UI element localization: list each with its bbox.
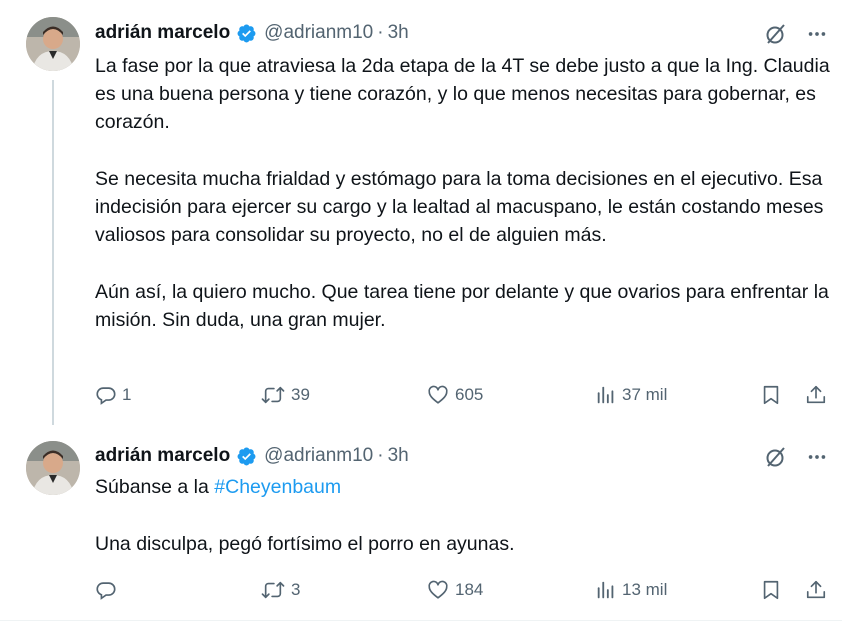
avatar[interactable]	[26, 441, 80, 495]
views-button[interactable]: 37 mil	[595, 380, 667, 410]
more-icon[interactable]	[806, 446, 828, 468]
repost-button[interactable]: 39	[260, 380, 310, 410]
views-count: 13 mil	[622, 580, 668, 599]
share-icon	[805, 384, 827, 406]
tweet-top-actions	[764, 445, 828, 469]
reply-icon	[95, 384, 117, 406]
views-button[interactable]: 13 mil	[595, 575, 667, 605]
tweet-intro-text: Súbanse a la	[95, 476, 215, 498]
timestamp[interactable]: 3h	[388, 445, 409, 467]
avatar[interactable]	[26, 17, 80, 71]
hashtag-link[interactable]: #Cheyenbaum	[214, 476, 341, 498]
separator-dot: ·	[377, 22, 384, 43]
grok-icon[interactable]	[764, 22, 788, 46]
share-button[interactable]	[805, 575, 827, 605]
repost-icon	[260, 579, 286, 601]
verified-badge-icon	[236, 23, 257, 44]
views-count: 37 mil	[622, 385, 668, 404]
reply-button[interactable]	[95, 575, 122, 605]
share-icon	[805, 579, 827, 601]
views-icon	[595, 579, 617, 601]
repost-count: 39	[291, 385, 310, 404]
reply-button[interactable]: 1	[95, 380, 131, 410]
author-name[interactable]: adrián marcelo	[95, 22, 230, 44]
tweet-actions: 1 39 605 37 mil	[95, 380, 835, 410]
tweet-paragraph: Súbanse a la #Cheyenbaum	[95, 473, 830, 501]
tweet-header: adrián marcelo @adrianm10 · 3h	[95, 20, 409, 46]
repost-icon	[260, 384, 286, 406]
tweet-actions: 3 184 13 mil	[95, 575, 835, 605]
tweet-text: La fase por la que atraviesa la 2da etap…	[95, 52, 830, 334]
verified-badge-icon	[236, 446, 257, 467]
reply-icon	[95, 579, 117, 601]
more-icon[interactable]	[806, 23, 828, 45]
like-icon	[426, 384, 450, 406]
tweet-1[interactable]: adrián marcelo @adrianm10 · 3h La fase p…	[0, 0, 842, 425]
author-name[interactable]: adrián marcelo	[95, 445, 230, 467]
author-handle[interactable]: @adrianm10	[264, 445, 373, 467]
separator-dot: ·	[377, 445, 384, 466]
like-count: 605	[455, 385, 484, 404]
like-icon	[426, 579, 450, 601]
tweet-paragraph: Se necesita mucha frialdad y estómago pa…	[95, 168, 824, 246]
bookmark-button[interactable]	[760, 380, 782, 410]
bookmark-icon	[760, 579, 782, 601]
timestamp[interactable]: 3h	[388, 22, 409, 44]
like-button[interactable]: 184	[426, 575, 483, 605]
tweet-text: Súbanse a la #Cheyenbaum Una disculpa, p…	[95, 473, 830, 558]
tweet-2[interactable]: adrián marcelo @adrianm10 · 3h Súbanse a…	[0, 425, 842, 621]
tweet-paragraph: Una disculpa, pegó fortísimo el porro en…	[95, 533, 515, 555]
like-button[interactable]: 605	[426, 380, 483, 410]
tweet-top-actions	[764, 22, 828, 46]
reply-count: 1	[122, 385, 132, 404]
bookmark-icon	[760, 384, 782, 406]
tweet-paragraph: Aún así, la quiero mucho. Que tarea tien…	[95, 281, 829, 331]
share-button[interactable]	[805, 380, 827, 410]
bookmark-button[interactable]	[760, 575, 782, 605]
repost-count: 3	[291, 580, 301, 599]
author-handle[interactable]: @adrianm10	[264, 22, 373, 44]
thread-line	[52, 80, 54, 425]
tweet-header: adrián marcelo @adrianm10 · 3h	[95, 443, 409, 469]
like-count: 184	[455, 580, 484, 599]
views-icon	[595, 384, 617, 406]
repost-button[interactable]: 3	[260, 575, 300, 605]
tweet-paragraph: La fase por la que atraviesa la 2da etap…	[95, 55, 830, 133]
grok-icon[interactable]	[764, 445, 788, 469]
